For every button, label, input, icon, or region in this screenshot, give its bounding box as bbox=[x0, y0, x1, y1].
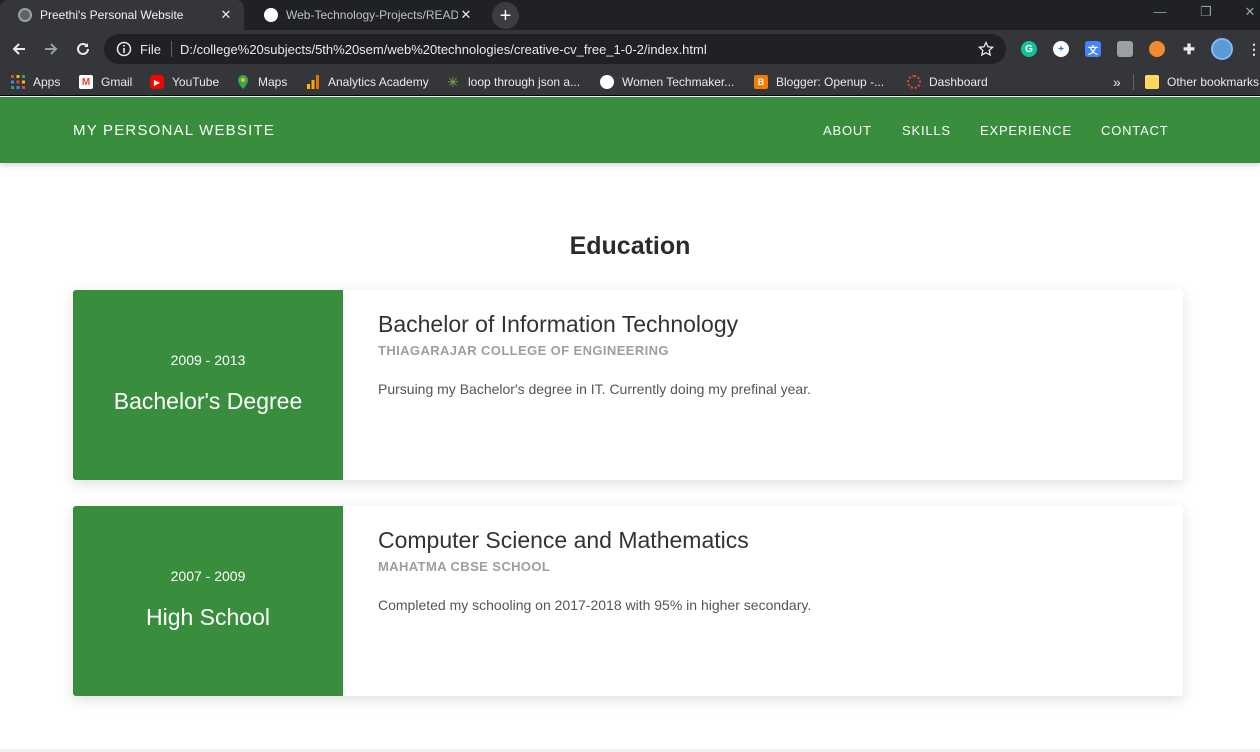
tab-title: Preethi's Personal Website bbox=[40, 8, 184, 22]
browser-tabstrip: Preethi's Personal Website ✕ Web-Technol… bbox=[0, 0, 1260, 30]
tab-github-readme[interactable]: Web-Technology-Projects/READM ✕ bbox=[246, 0, 484, 30]
bookmark-gmail[interactable]: M Gmail bbox=[79, 68, 132, 96]
education-card: 2007 - 2009 High School Computer Science… bbox=[73, 506, 1183, 696]
nav-link-skills[interactable]: SKILLS bbox=[902, 97, 951, 163]
bookmark-dashboard[interactable]: Dashboard bbox=[907, 68, 988, 96]
apps-grid-icon bbox=[11, 75, 25, 89]
dashboard-icon bbox=[907, 75, 921, 89]
bookmark-label: YouTube bbox=[172, 75, 220, 89]
bookmark-women-techmakers[interactable]: Women Techmaker... bbox=[600, 68, 734, 96]
bookmark-label: Women Techmaker... bbox=[622, 75, 735, 89]
bookmark-maps[interactable]: Maps bbox=[236, 68, 287, 96]
url-text[interactable]: D:/college%20subjects/5th%20sem/web%20te… bbox=[180, 42, 976, 57]
restore-icon[interactable]: ❐ bbox=[1196, 4, 1216, 20]
close-tab-icon[interactable]: ✕ bbox=[458, 7, 474, 23]
maps-icon bbox=[236, 75, 250, 89]
other-bookmarks-label: Other bookmarks bbox=[1167, 75, 1260, 89]
education-institution: MAHATMA CBSE SCHOOL bbox=[378, 559, 551, 574]
translate-icon[interactable]: 文 bbox=[1085, 41, 1101, 57]
back-arrow-icon[interactable] bbox=[8, 38, 30, 60]
bookmark-youtube[interactable]: ▶ YouTube bbox=[150, 68, 219, 96]
folder-icon bbox=[1145, 75, 1159, 89]
address-bar[interactable]: File D:/college%20subjects/5th%20sem/web… bbox=[104, 34, 1006, 64]
tab-personal-website[interactable]: Preethi's Personal Website ✕ bbox=[0, 0, 244, 30]
asterisk-icon: ✳ bbox=[447, 73, 459, 90]
plus-extension-icon[interactable]: + bbox=[1053, 41, 1069, 57]
close-tab-icon[interactable]: ✕ bbox=[218, 7, 234, 23]
grammarly-icon[interactable]: G bbox=[1021, 41, 1037, 57]
bookmark-label: Analytics Academy bbox=[328, 75, 429, 89]
bookmark-label: loop through json a... bbox=[468, 75, 581, 89]
education-degree: Bachelor of Information Technology bbox=[378, 311, 739, 337]
bookmark-blogger[interactable]: B Blogger: Openup -... bbox=[754, 68, 884, 96]
education-card-sidebar: 2009 - 2013 Bachelor's Degree bbox=[73, 290, 343, 480]
bookmark-label: Maps bbox=[258, 75, 288, 89]
education-card-sidebar: 2007 - 2009 High School bbox=[73, 506, 343, 696]
new-tab-button[interactable]: + bbox=[492, 2, 519, 29]
education-description: Completed my schooling on 2017-2018 with… bbox=[378, 597, 812, 613]
bookmark-label: Gmail bbox=[101, 75, 133, 89]
window-close-icon[interactable]: ✕ bbox=[1240, 4, 1260, 20]
browser-toolbar: File D:/college%20subjects/5th%20sem/web… bbox=[0, 30, 1260, 68]
education-degree: Computer Science and Mathematics bbox=[378, 527, 749, 553]
puzzle-icon[interactable]: ✚ bbox=[1181, 41, 1197, 57]
camera-icon[interactable] bbox=[1117, 41, 1133, 57]
bookmark-label: Apps bbox=[33, 75, 61, 89]
site-navbar: MY PERSONAL WEBSITE ABOUT SKILLS EXPERIE… bbox=[0, 97, 1260, 163]
bookmarks-bar: Apps M Gmail ▶ YouTube Maps Analytics Ac… bbox=[0, 68, 1260, 96]
bookmark-analytics-academy[interactable]: Analytics Academy bbox=[306, 68, 429, 96]
reload-icon[interactable] bbox=[72, 38, 94, 60]
profile-avatar-icon[interactable] bbox=[1211, 38, 1233, 60]
bookmarks-divider bbox=[1133, 74, 1134, 90]
bookmark-label: Blogger: Openup -... bbox=[776, 75, 885, 89]
nav-link-about[interactable]: ABOUT bbox=[823, 97, 872, 163]
tab-title: Web-Technology-Projects/READM bbox=[286, 8, 458, 22]
browser-menu-icon[interactable]: ⋮ bbox=[1246, 41, 1260, 57]
info-icon[interactable] bbox=[116, 41, 132, 57]
education-years: 2009 - 2013 bbox=[170, 352, 246, 368]
url-scheme-label: File bbox=[140, 41, 161, 57]
minimize-icon[interactable]: — bbox=[1150, 4, 1170, 19]
other-bookmarks-folder[interactable]: Other bookmarks bbox=[1145, 68, 1259, 96]
bookmark-loop-json[interactable]: ✳ loop through json a... bbox=[446, 68, 580, 96]
nav-link-experience[interactable]: EXPERIENCE bbox=[980, 97, 1072, 163]
gmail-icon: M bbox=[79, 75, 93, 89]
address-divider bbox=[170, 41, 172, 57]
bookmark-apps[interactable]: Apps bbox=[11, 68, 60, 96]
education-level: Bachelor's Degree bbox=[113, 388, 303, 414]
education-level: High School bbox=[145, 604, 271, 630]
youtube-icon: ▶ bbox=[150, 75, 164, 89]
record-icon[interactable] bbox=[1149, 41, 1165, 57]
blogger-icon: B bbox=[754, 75, 768, 89]
bookmark-star-icon[interactable] bbox=[976, 41, 996, 57]
nav-link-contact[interactable]: CONTACT bbox=[1101, 97, 1168, 163]
education-years: 2007 - 2009 bbox=[170, 568, 246, 584]
section-title-education: Education bbox=[569, 232, 691, 260]
education-card: 2009 - 2013 Bachelor's Degree Bachelor o… bbox=[73, 290, 1183, 480]
github-icon bbox=[264, 8, 278, 22]
education-description: Pursuing my Bachelor's degree in IT. Cur… bbox=[378, 381, 811, 397]
analytics-icon bbox=[306, 75, 320, 89]
bookmark-label: Dashboard bbox=[929, 75, 988, 89]
site-brand-link[interactable]: MY PERSONAL WEBSITE bbox=[73, 97, 275, 163]
forward-arrow-icon[interactable] bbox=[40, 38, 62, 60]
education-institution: THIAGARAJAR COLLEGE OF ENGINEERING bbox=[378, 343, 669, 358]
bookmarks-overflow-button[interactable]: » bbox=[1113, 68, 1121, 96]
globe-icon bbox=[600, 75, 614, 89]
globe-favicon-icon bbox=[18, 8, 32, 22]
